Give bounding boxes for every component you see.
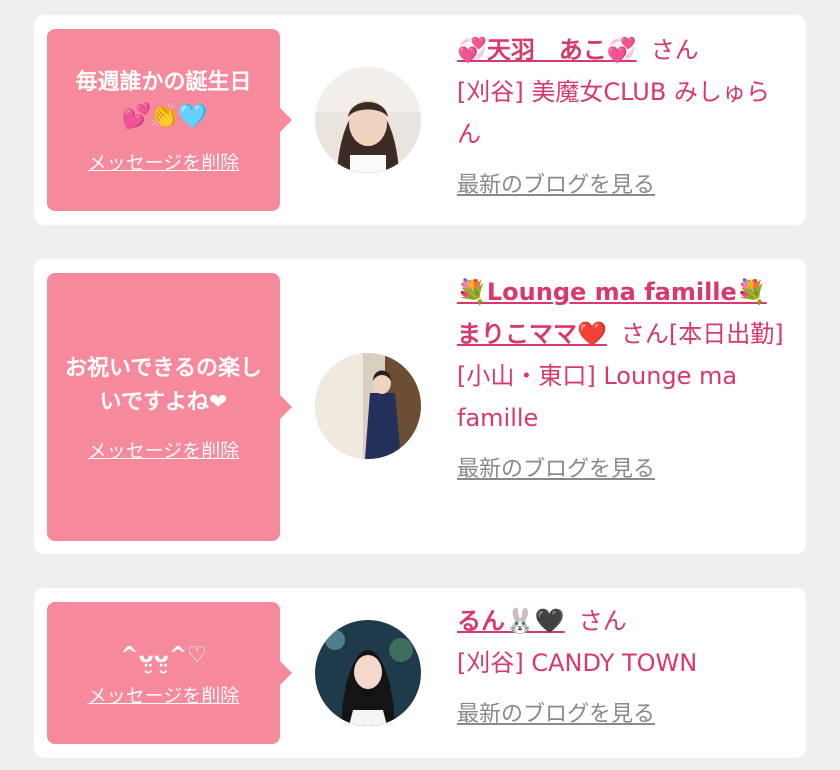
message-bubble: お祝いできるの楽しいですよね❤︎ メッセージを削除 bbox=[47, 273, 292, 541]
cast-name-line: るん🐰🖤 さん bbox=[457, 600, 787, 642]
cast-name-link[interactable]: 💞天羽 あこ💞 bbox=[457, 36, 637, 64]
honorific: さん bbox=[650, 36, 699, 64]
honorific: さん bbox=[578, 607, 627, 635]
delete-message-link[interactable]: メッセージを削除 bbox=[88, 148, 240, 175]
message-emoji: 💕👏🩵 bbox=[121, 101, 208, 130]
cast-name-line: 💞天羽 あこ💞 さん bbox=[457, 29, 787, 71]
avatar-photo bbox=[315, 67, 421, 173]
work-status: [本日出勤] bbox=[668, 320, 784, 348]
message-card: 毎週誰かの誕生日 💕👏🩵 メッセージを削除 💞天羽 あこ💞 さん [刈谷] 美魔女… bbox=[34, 15, 806, 225]
avatar[interactable] bbox=[315, 353, 421, 459]
cast-info: 💞天羽 あこ💞 さん [刈谷] 美魔女CLUB みしゅらん 最新のブログを見る bbox=[457, 29, 787, 199]
avatar[interactable] bbox=[315, 620, 421, 726]
cast-info: るん🐰🖤 さん [刈谷] CANDY TOWN 最新のブログを見る bbox=[457, 600, 787, 728]
cast-info: 💐Lounge ma famille💐まりこママ❤️ さん[本日出勤] [小山・東… bbox=[457, 271, 787, 483]
cast-name-line: 💐Lounge ma famille💐まりこママ❤️ さん[本日出勤] bbox=[457, 271, 787, 355]
message-bubble: 毎週誰かの誕生日 💕👏🩵 メッセージを削除 bbox=[47, 29, 292, 211]
shop-name: [刈谷] CANDY TOWN bbox=[457, 649, 698, 677]
delete-message-link[interactable]: メッセージを削除 bbox=[88, 681, 240, 708]
message-text: ^ᴗ̤̮ᴗ̤̮^♡ bbox=[120, 642, 207, 668]
message-text: お祝いできるの楽しいですよね❤︎ bbox=[65, 355, 262, 415]
shop-name: [小山・東口] Lounge ma famille bbox=[457, 362, 738, 432]
latest-blog-link[interactable]: 最新のブログを見る bbox=[457, 696, 787, 728]
cast-name-link[interactable]: るん🐰🖤 bbox=[457, 607, 565, 635]
latest-blog-link[interactable]: 最新のブログを見る bbox=[457, 451, 787, 483]
message-card: お祝いできるの楽しいですよね❤︎ メッセージを削除 💐Lounge ma fam… bbox=[34, 259, 806, 554]
avatar-photo bbox=[315, 620, 421, 726]
message-text: 毎週誰かの誕生日 bbox=[75, 69, 252, 95]
avatar-photo bbox=[315, 353, 421, 459]
delete-message-link[interactable]: メッセージを削除 bbox=[88, 436, 240, 463]
message-bubble: ^ᴗ̤̮ᴗ̤̮^♡ メッセージを削除 bbox=[47, 602, 292, 744]
message-card: ^ᴗ̤̮ᴗ̤̮^♡ メッセージを削除 るん🐰🖤 さん [刈谷] CANDY TOW… bbox=[34, 588, 806, 758]
shop-name: [刈谷] 美魔女CLUB みしゅらん bbox=[457, 78, 770, 148]
latest-blog-link[interactable]: 最新のブログを見る bbox=[457, 167, 787, 199]
avatar[interactable] bbox=[315, 67, 421, 173]
honorific: さん bbox=[620, 320, 669, 348]
